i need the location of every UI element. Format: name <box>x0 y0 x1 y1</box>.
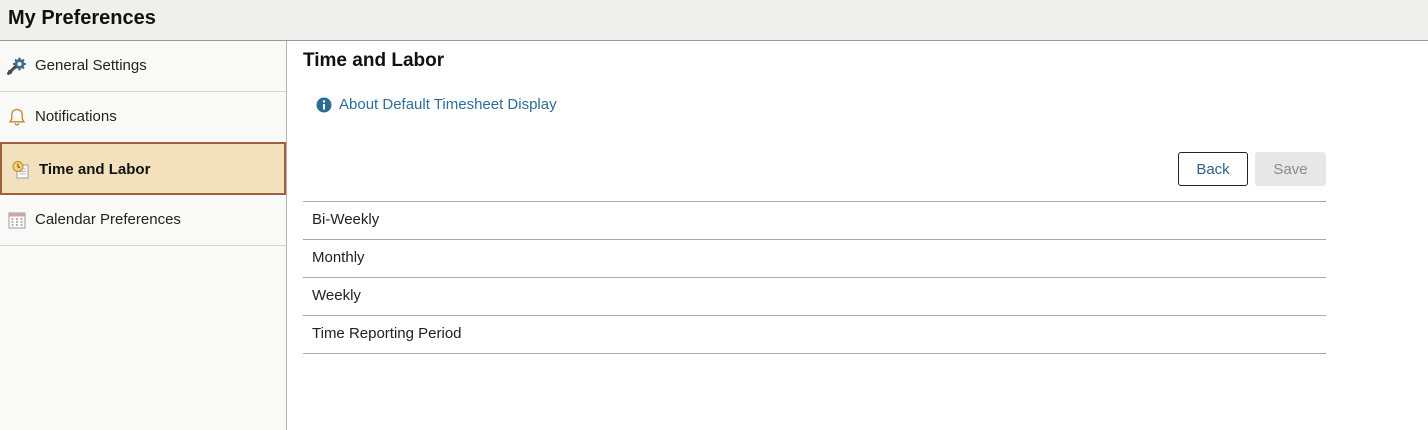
list-item-label: Bi-Weekly <box>312 211 380 228</box>
list-item-label: Weekly <box>312 287 361 304</box>
sidebar-item-time-and-labor[interactable]: Time and Labor <box>0 142 286 195</box>
sidebar: General Settings Notifications Time and … <box>0 41 287 430</box>
wrench-gear-icon <box>7 57 26 75</box>
back-button[interactable]: Back <box>1178 152 1248 186</box>
list-item-weekly[interactable]: Weekly <box>303 278 1326 316</box>
sidebar-item-general-settings[interactable]: General Settings <box>0 41 286 92</box>
sidebar-item-label: Calendar Preferences <box>35 211 181 228</box>
sidebar-item-label: General Settings <box>35 57 147 74</box>
page-header: My Preferences <box>0 0 1428 41</box>
timesheet-period-list: Bi-Weekly Monthly Weekly Time Reporting … <box>303 201 1326 354</box>
page-title: My Preferences <box>8 7 156 29</box>
list-item-label: Time Reporting Period <box>312 325 462 342</box>
section-title: Time and Labor <box>303 50 445 71</box>
sidebar-item-notifications[interactable]: Notifications <box>0 92 286 143</box>
sidebar-item-label: Time and Labor <box>39 161 151 178</box>
list-item-time-reporting-period[interactable]: Time Reporting Period <box>303 316 1326 354</box>
info-link-text: About Default Timesheet Display <box>339 96 557 113</box>
bell-icon <box>8 108 26 126</box>
save-button[interactable]: Save <box>1255 152 1326 186</box>
main-content: Time and Labor About Default Timesheet D… <box>303 41 1326 430</box>
sidebar-item-calendar-preferences[interactable]: Calendar Preferences <box>0 195 286 246</box>
list-item-monthly[interactable]: Monthly <box>303 240 1326 278</box>
list-item-label: Monthly <box>312 249 365 266</box>
calendar-icon <box>8 212 26 229</box>
timesheet-clock-icon <box>12 161 29 179</box>
list-item-bi-weekly[interactable]: Bi-Weekly <box>303 202 1326 240</box>
sidebar-item-label: Notifications <box>35 108 117 125</box>
info-icon <box>316 97 332 113</box>
